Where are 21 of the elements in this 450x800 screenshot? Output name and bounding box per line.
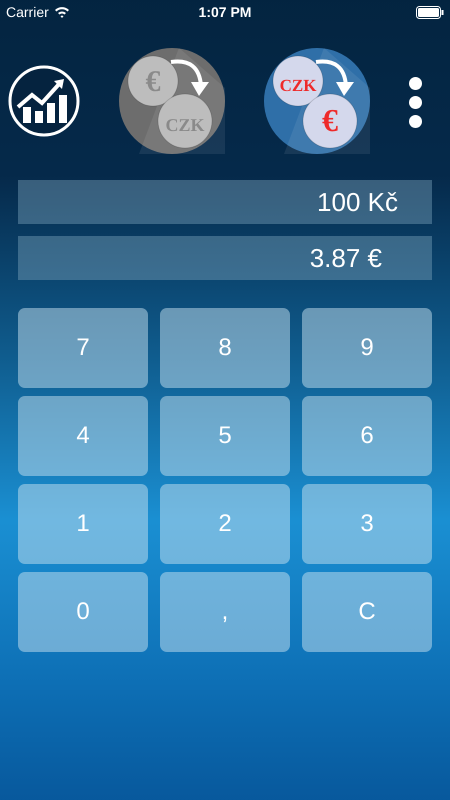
keypad-key[interactable]: 5	[160, 396, 290, 476]
amount-display: 100 Kč	[18, 180, 432, 224]
keypad-key[interactable]: 1	[18, 484, 148, 564]
more-menu-button[interactable]	[409, 76, 422, 128]
keypad-key[interactable]: ,	[160, 572, 290, 652]
keypad-key[interactable]: 8	[160, 308, 290, 388]
keypad-key[interactable]: 0	[18, 572, 148, 652]
carrier-name: Carrier	[6, 4, 49, 20]
keypad-key[interactable]: C	[302, 572, 432, 652]
convert-button[interactable]: CZK €	[264, 48, 370, 156]
keypad-key[interactable]: 2	[160, 484, 290, 564]
wifi-icon	[54, 6, 70, 18]
keypad-key[interactable]: 9	[302, 308, 432, 388]
keypad-key[interactable]: 6	[302, 396, 432, 476]
amount-display: 3.87 €	[18, 236, 432, 280]
keypad-key[interactable]: 7	[18, 308, 148, 388]
chart-button[interactable]	[8, 64, 80, 140]
keypad-key[interactable]: 4	[18, 396, 148, 476]
battery-icon	[416, 6, 444, 18]
clock-time: 1:07 PM	[198, 4, 252, 20]
keypad-key[interactable]: 3	[302, 484, 432, 564]
